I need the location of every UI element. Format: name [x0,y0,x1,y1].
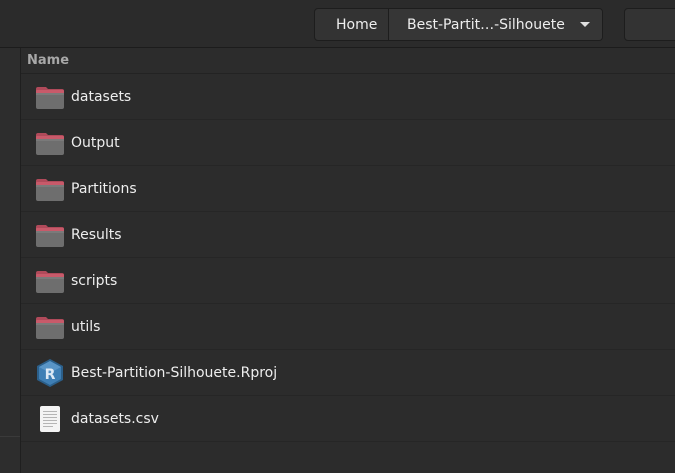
sidebar-edge [0,48,21,473]
breadcrumb-home-label: Home [336,16,378,33]
list-item[interactable]: Results [21,212,675,258]
list-item[interactable]: Output [21,120,675,166]
item-label: Output [71,134,120,151]
folder-icon [34,127,66,159]
item-label: datasets [71,88,132,105]
chevron-down-icon[interactable] [580,22,590,27]
list-item[interactable]: datasets [21,74,675,120]
breadcrumb-current-label: Best-Partit…-Silhouete [407,16,565,33]
folder-icon [34,219,66,251]
item-label: utils [71,318,101,335]
item-label: datasets.csv [71,410,159,427]
folder-icon [34,81,66,113]
list-item[interactable]: Partitions [21,166,675,212]
folder-icon [34,311,66,343]
item-label: Results [71,226,122,243]
header-bar: Home Best-Partit…-Silhouete [0,0,675,48]
column-header-name[interactable]: Name [21,48,675,74]
breadcrumb-current[interactable]: Best-Partit…-Silhouete [389,9,602,40]
breadcrumb-home[interactable]: Home [315,9,389,40]
folder-icon [34,173,66,205]
item-label: Partitions [71,180,137,197]
column-header-label: Name [27,53,70,68]
text-file-icon [34,403,66,435]
list-item[interactable]: scripts [21,258,675,304]
sidebar-divider [0,436,20,437]
item-label: Best-Partition-Silhouete.Rproj [71,364,278,381]
path-bar: Home Best-Partit…-Silhouete [314,8,603,41]
item-label: scripts [71,272,118,289]
header-button[interactable] [624,8,675,41]
list-item[interactable]: Best-Partition-Silhouete.Rproj [21,350,675,396]
list-item[interactable]: utils [21,304,675,350]
file-list: Name datasets Output Partitions Results … [21,48,675,473]
list-item[interactable]: datasets.csv [21,396,675,442]
folder-icon [34,265,66,297]
rproj-file-icon [34,357,66,389]
